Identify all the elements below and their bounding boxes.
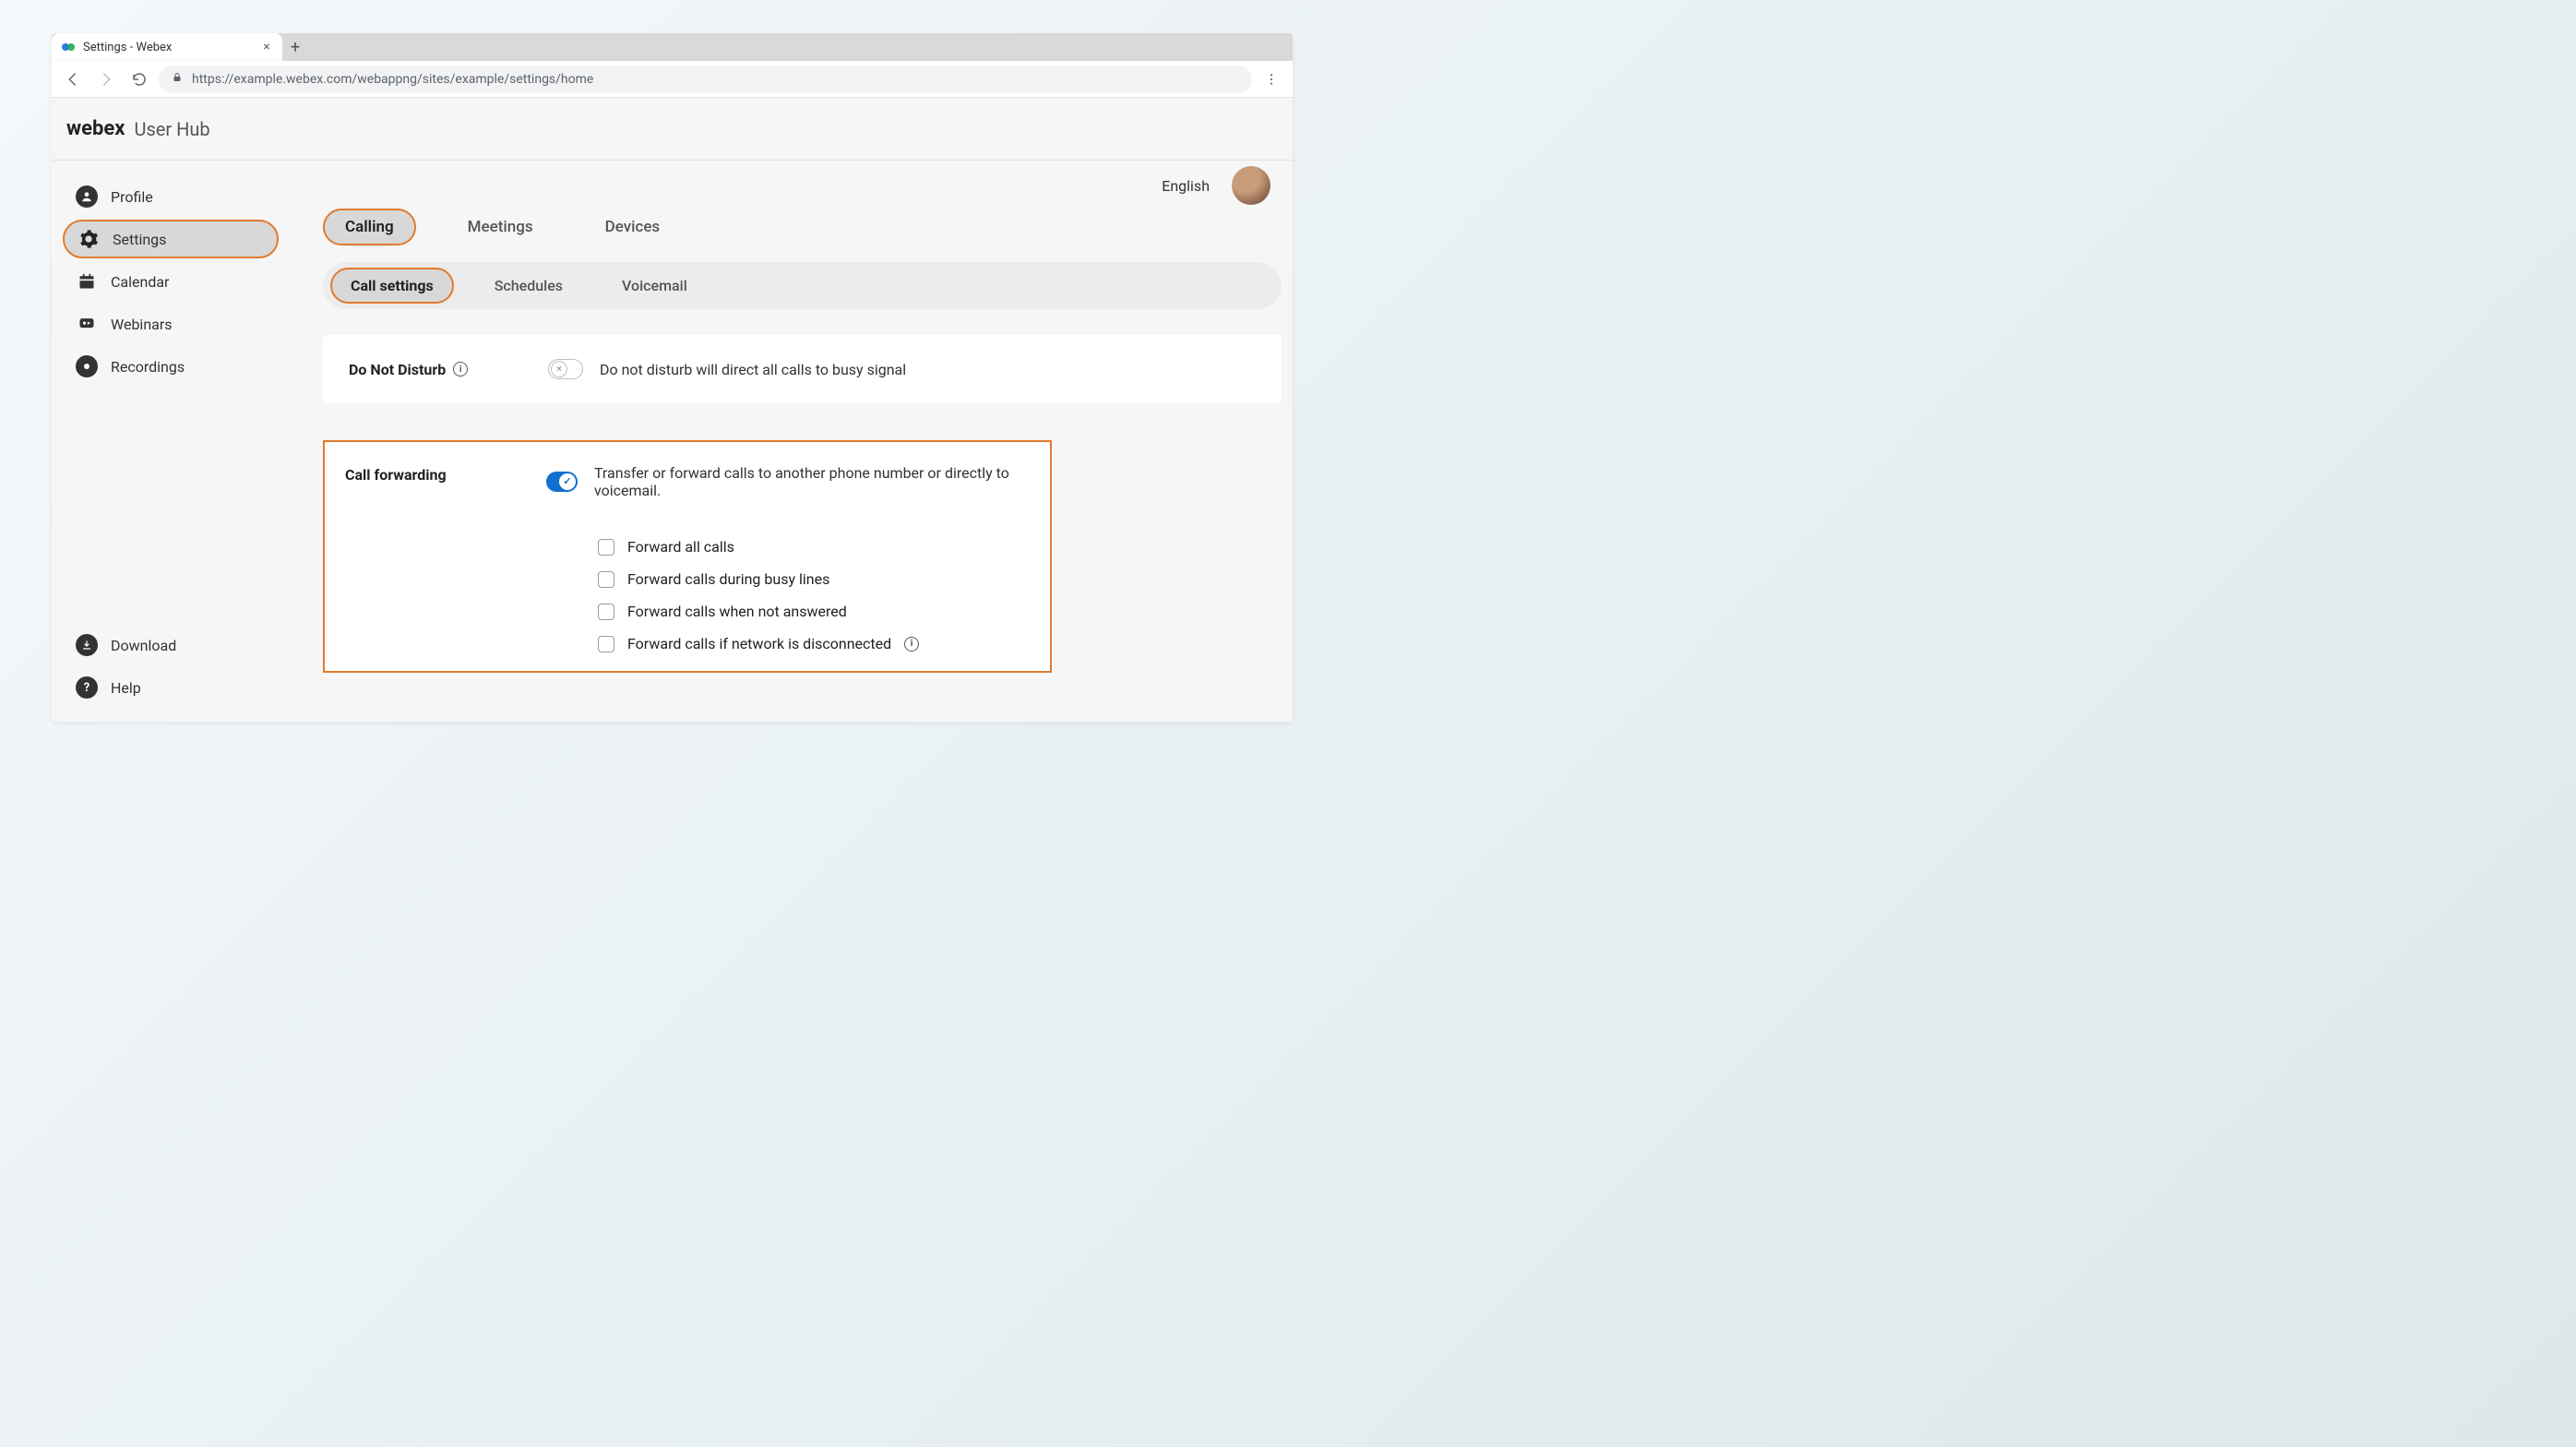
tab-label: Meetings: [468, 218, 533, 236]
address-url: https://example.webex.com/webappng/sites…: [192, 72, 593, 87]
webex-favicon-icon: [61, 40, 76, 54]
secondary-tabs: Call settings Schedules Voicemail: [323, 262, 1282, 309]
forward-all-calls-checkbox[interactable]: [598, 539, 614, 556]
info-icon[interactable]: i: [904, 637, 919, 652]
checkbox-label: Forward calls when not answered: [627, 603, 847, 620]
browser-window: Settings - Webex × + https://example.web…: [52, 33, 1293, 722]
forward-no-answer-row: Forward calls when not answered: [598, 603, 1028, 620]
browser-toolbar: https://example.webex.com/webappng/sites…: [52, 61, 1293, 98]
reload-button[interactable]: [125, 66, 153, 93]
tab-meetings[interactable]: Meetings: [447, 210, 554, 244]
download-icon: [76, 634, 98, 656]
tab-label: Devices: [605, 218, 661, 236]
subtab-voicemail[interactable]: Voicemail: [603, 269, 706, 302]
forward-all-calls-row: Forward all calls: [598, 538, 1028, 556]
app-header: webex User Hub: [52, 98, 1293, 161]
browser-tab-title: Settings - Webex: [83, 41, 260, 54]
forward-button[interactable]: [92, 66, 120, 93]
subtab-label: Schedules: [495, 277, 563, 294]
record-icon: [76, 355, 98, 377]
subtab-label: Voicemail: [622, 277, 687, 294]
call-forwarding-options: Forward all calls Forward calls during b…: [546, 538, 1028, 652]
sidebar-item-calendar[interactable]: Calendar: [63, 262, 279, 301]
sidebar-item-help[interactable]: ? Help: [63, 668, 279, 707]
sidebar-item-profile[interactable]: Profile: [63, 177, 279, 216]
gear-icon: [78, 228, 100, 250]
close-tab-icon[interactable]: ×: [260, 41, 273, 54]
sidebar-item-label: Settings: [113, 231, 166, 248]
call-forwarding-panel: Call forwarding Transfer or forward call…: [323, 440, 1052, 673]
tab-calling[interactable]: Calling: [323, 209, 416, 245]
user-avatar[interactable]: [1232, 166, 1270, 205]
main-content: English Calling Meetings Devices Call se…: [286, 161, 1293, 722]
language-selector[interactable]: English: [1162, 177, 1210, 195]
sidebar-item-label: Download: [111, 637, 176, 654]
info-icon[interactable]: i: [453, 362, 468, 377]
forward-busy-checkbox[interactable]: [598, 571, 614, 588]
lock-icon: [172, 72, 183, 86]
subtab-label: Call settings: [351, 277, 434, 294]
sidebar-item-settings[interactable]: Settings: [63, 220, 279, 258]
primary-tabs: Calling Meetings Devices: [323, 172, 1282, 262]
sidebar-item-download[interactable]: Download: [63, 626, 279, 664]
browser-tab-strip: Settings - Webex × +: [52, 33, 1293, 61]
checkbox-label: Forward calls if network is disconnected: [627, 635, 891, 652]
sidebar-item-label: Webinars: [111, 316, 173, 333]
tab-devices[interactable]: Devices: [585, 210, 681, 244]
sidebar-item-label: Calendar: [111, 273, 169, 291]
app-root: webex User Hub Profile: [52, 98, 1293, 722]
sidebar-item-label: Recordings: [111, 358, 185, 376]
sidebar-item-label: Profile: [111, 188, 153, 206]
subtab-schedules[interactable]: Schedules: [476, 269, 581, 302]
new-tab-button[interactable]: +: [282, 33, 308, 61]
tab-label: Calling: [345, 218, 394, 236]
browser-menu-button[interactable]: [1258, 66, 1285, 93]
sidebar: Profile Settings Calendar: [52, 161, 286, 722]
call-forwarding-toggle[interactable]: [546, 472, 578, 492]
dnd-panel: Do Not Disturb i Do not disturb will dir…: [323, 335, 1282, 403]
back-button[interactable]: [59, 66, 87, 93]
forward-busy-row: Forward calls during busy lines: [598, 570, 1028, 588]
sidebar-item-label: Help: [111, 679, 141, 697]
dnd-title: Do Not Disturb: [349, 361, 446, 378]
dnd-toggle[interactable]: [548, 359, 583, 379]
call-forwarding-title: Call forwarding: [345, 464, 546, 484]
checkbox-label: Forward all calls: [627, 538, 734, 556]
brand-logo: webex: [66, 117, 125, 140]
checkbox-label: Forward calls during busy lines: [627, 570, 829, 588]
forward-no-answer-checkbox[interactable]: [598, 604, 614, 620]
webinars-icon: [76, 313, 98, 335]
subtab-call-settings[interactable]: Call settings: [330, 268, 454, 304]
sidebar-item-recordings[interactable]: Recordings: [63, 347, 279, 386]
calendar-icon: [76, 270, 98, 293]
help-icon: ?: [76, 676, 98, 699]
address-bar[interactable]: https://example.webex.com/webappng/sites…: [159, 66, 1252, 93]
brand-suffix: User Hub: [135, 118, 210, 140]
forward-network-checkbox[interactable]: [598, 636, 614, 652]
browser-tab[interactable]: Settings - Webex ×: [52, 33, 282, 61]
forward-network-row: Forward calls if network is disconnected…: [598, 635, 1028, 652]
call-forwarding-description: Transfer or forward calls to another pho…: [594, 464, 1028, 499]
sidebar-item-webinars[interactable]: Webinars: [63, 305, 279, 343]
dnd-description: Do not disturb will direct all calls to …: [600, 361, 906, 378]
person-icon: [76, 185, 98, 208]
